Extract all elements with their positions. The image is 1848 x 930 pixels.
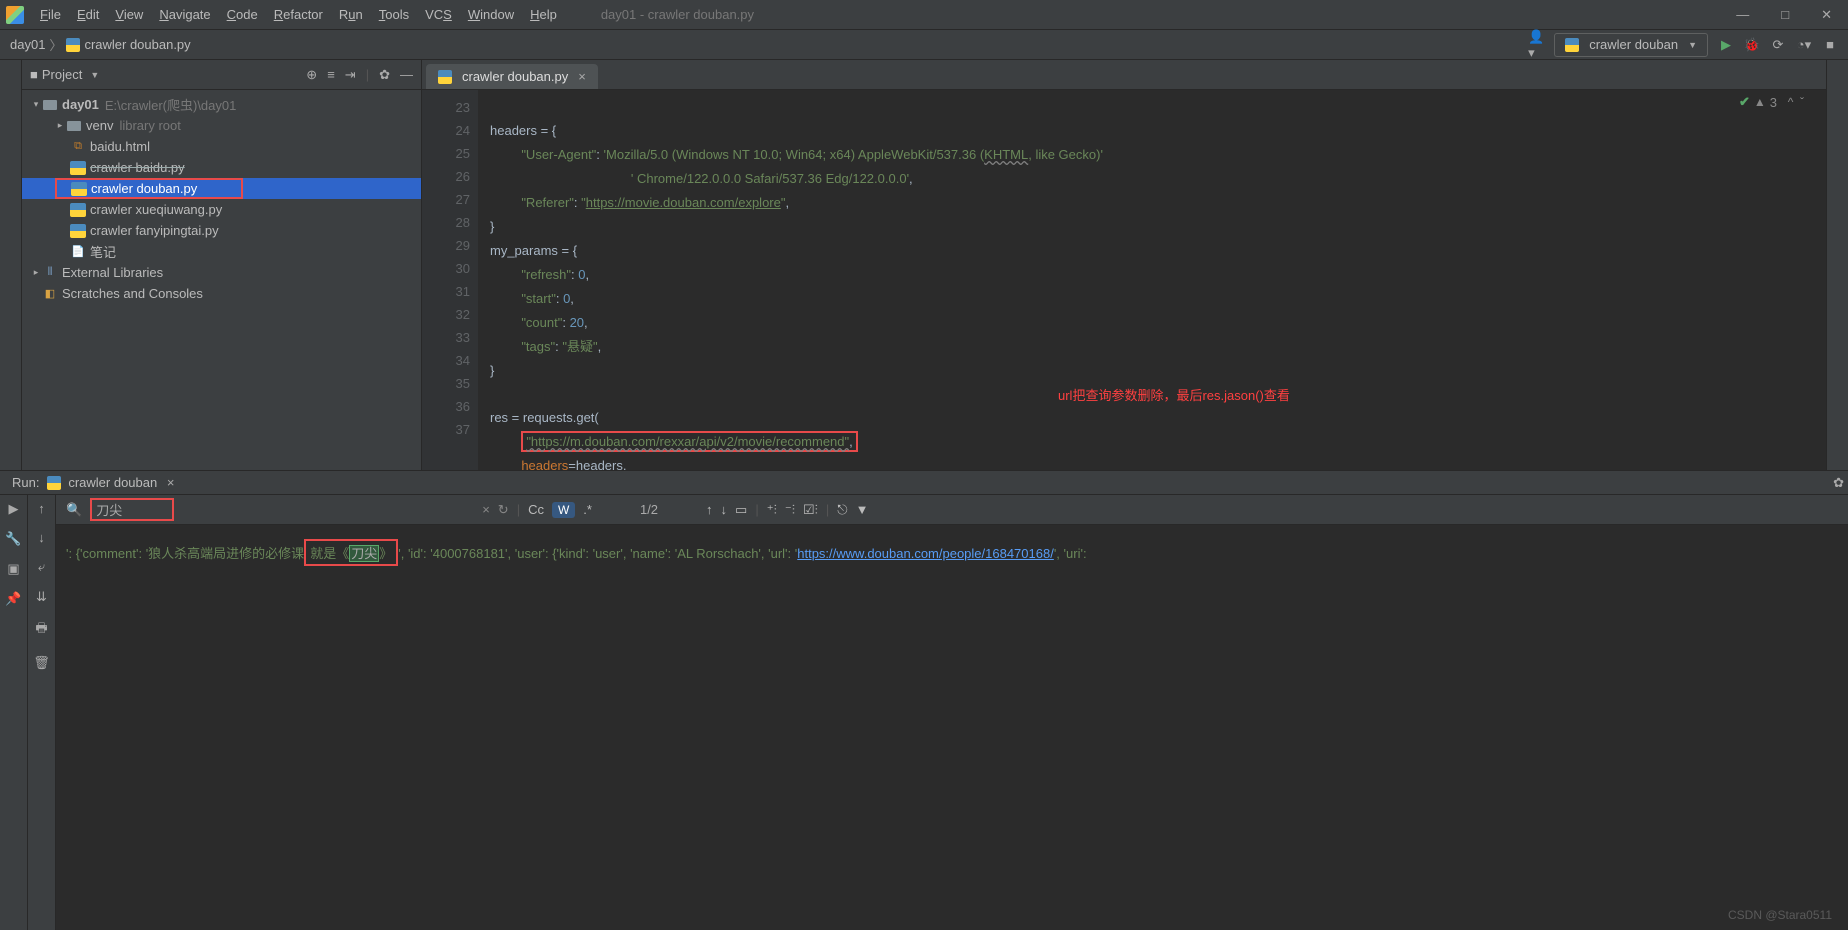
- tree-file-baidu[interactable]: ⧉baidu.html: [22, 136, 421, 157]
- collapse-icon[interactable]: ⇥: [345, 67, 356, 83]
- menubar: File Edit View Navigate Code Refactor Ru…: [0, 0, 1848, 30]
- word-icon[interactable]: W: [552, 502, 575, 518]
- breadcrumb-root[interactable]: day01: [10, 37, 45, 52]
- project-tree: ▾ day01E:\crawler(爬虫)\day01 ▸ venvlibrar…: [22, 90, 421, 308]
- python-file-icon: [66, 38, 80, 52]
- select-icon[interactable]: ▭: [735, 502, 747, 518]
- locate-icon[interactable]: ⊕: [306, 67, 317, 83]
- breadcrumb-sep: 〉: [49, 35, 62, 54]
- project-pane-title[interactable]: ■ Project ▼: [30, 67, 99, 82]
- profile-icon[interactable]: ◔▾: [1796, 37, 1812, 53]
- menu-help[interactable]: Help: [522, 3, 565, 26]
- watermark: CSDN @Stara0511: [1728, 908, 1832, 922]
- app-icon: [6, 6, 24, 24]
- up-icon[interactable]: ↑: [38, 501, 45, 516]
- scroll-icon[interactable]: ⇊: [36, 589, 47, 605]
- tree-venv[interactable]: ▸ venvlibrary root: [22, 115, 421, 136]
- case-icon[interactable]: Cc: [528, 502, 544, 517]
- annotation: url把查询参数删除，最后res.jason()查看: [1058, 384, 1290, 407]
- menu-navigate[interactable]: Navigate: [151, 3, 218, 26]
- tree-scratches[interactable]: ◧Scratches and Consoles: [22, 283, 421, 304]
- maximize-icon[interactable]: □: [1781, 7, 1789, 23]
- tree-file-crawler-douban[interactable]: crawler douban.py: [22, 178, 421, 199]
- tree-file-biji[interactable]: 📄笔记: [22, 241, 421, 262]
- add-sel-icon[interactable]: ⁺⫶: [767, 502, 777, 518]
- run-tab-label[interactable]: crawler douban: [68, 475, 157, 490]
- tree-file-crawler-fanyi[interactable]: crawler fanyipingtai.py: [22, 220, 421, 241]
- run-config-selector[interactable]: crawler douban ▼: [1554, 33, 1708, 57]
- window-controls: — □ ✕: [1736, 7, 1842, 23]
- navbar: day01 〉 crawler douban.py 👤▾ crawler dou…: [0, 30, 1848, 60]
- regex-icon[interactable]: .*: [583, 502, 592, 517]
- run-toolbar-2: ↑ ↓ ⤶ ⇊ 🖶 🗑: [28, 495, 56, 930]
- print-icon[interactable]: 🖶: [35, 619, 47, 641]
- rerun-icon[interactable]: ▶: [9, 501, 19, 517]
- coverage-icon[interactable]: ⟳: [1770, 37, 1786, 53]
- tree-file-crawler-baidu[interactable]: crawler baidu.py: [22, 157, 421, 178]
- run-toolbar-1: ▶ 🔧 ▣ 📌: [0, 495, 28, 930]
- menu-window[interactable]: Window: [460, 3, 522, 26]
- python-file-icon: [1565, 38, 1579, 52]
- tree-root[interactable]: ▾ day01E:\crawler(爬虫)\day01: [22, 94, 421, 115]
- export-icon[interactable]: ⎋: [837, 502, 847, 518]
- search-bar: 🔍 × ↻ | Cc W .* 1/2 ↑ ↓ ▭ | ⁺⫶ ⁻⫶ ☑⫶ | ⎋: [56, 495, 1848, 525]
- python-file-icon: [438, 70, 452, 84]
- clear-icon[interactable]: ×: [482, 502, 490, 517]
- prev-icon[interactable]: ↑: [706, 502, 713, 517]
- tab-label: crawler douban.py: [462, 69, 568, 84]
- hide-icon[interactable]: —: [400, 67, 413, 83]
- menu-file[interactable]: File: [32, 3, 69, 26]
- down-icon[interactable]: ↓: [38, 530, 45, 545]
- layout-icon[interactable]: ▣: [7, 561, 19, 577]
- settings-icon[interactable]: ✿: [379, 67, 390, 83]
- chevron-down-icon: ▼: [1688, 40, 1697, 50]
- pin-icon[interactable]: 📌: [5, 591, 21, 607]
- tab-close-icon[interactable]: ×: [578, 69, 586, 84]
- sel-all-icon[interactable]: ☑⫶: [803, 502, 818, 518]
- search-input[interactable]: [92, 500, 172, 519]
- history-icon[interactable]: ↻: [498, 502, 509, 518]
- menu-run[interactable]: Run: [331, 3, 371, 26]
- menu-code[interactable]: Code: [219, 3, 266, 26]
- breadcrumb-file[interactable]: crawler douban.py: [84, 37, 190, 52]
- tree-file-crawler-xueqiu[interactable]: crawler xueqiuwang.py: [22, 199, 421, 220]
- search-count: 1/2: [640, 502, 658, 517]
- menu-tools[interactable]: Tools: [371, 3, 417, 26]
- rm-sel-icon[interactable]: ⁻⫶: [785, 502, 795, 518]
- run-tab-close-icon[interactable]: ×: [163, 475, 174, 490]
- tree-external[interactable]: ▸⫴External Libraries: [22, 262, 421, 283]
- run-panel: Run: crawler douban × ✿ ▶ 🔧 ▣ 📌 ↑ ↓ ⤶ ⇊ …: [0, 470, 1848, 930]
- expand-icon[interactable]: ≡: [327, 67, 335, 83]
- run-console: 🔍 × ↻ | Cc W .* 1/2 ↑ ↓ ▭ | ⁺⫶ ⁻⫶ ☑⫶ | ⎋: [56, 495, 1848, 930]
- python-file-icon: [47, 476, 61, 490]
- editor-tab[interactable]: crawler douban.py ×: [426, 64, 598, 89]
- debug-icon[interactable]: 🐞: [1744, 37, 1760, 53]
- close-icon[interactable]: ✕: [1821, 7, 1832, 23]
- minimize-icon[interactable]: —: [1736, 7, 1749, 23]
- gear-icon[interactable]: ✿: [1833, 475, 1844, 491]
- run-icon[interactable]: ▶: [1718, 37, 1734, 53]
- menu-refactor[interactable]: Refactor: [266, 3, 331, 26]
- menu-view[interactable]: View: [107, 3, 151, 26]
- next-icon[interactable]: ↓: [721, 502, 728, 517]
- run-config-label: crawler douban: [1589, 37, 1678, 52]
- menu-vcs[interactable]: VCS: [417, 3, 460, 26]
- user-add-icon[interactable]: 👤▾: [1528, 37, 1544, 53]
- wrap-icon[interactable]: ⤶: [38, 559, 45, 575]
- trash-icon[interactable]: 🗑: [33, 655, 50, 671]
- search-icon: 🔍: [66, 502, 82, 518]
- console-output[interactable]: ': {'comment': '狼人杀高端局进修的必修课就是《刀尖》', 'id…: [56, 525, 1848, 930]
- run-label: Run:: [12, 475, 39, 490]
- stop-icon[interactable]: ■: [1822, 37, 1838, 53]
- filter-icon[interactable]: ▼: [856, 502, 869, 517]
- menu-edit[interactable]: Edit: [69, 3, 107, 26]
- wrench-icon[interactable]: 🔧: [5, 531, 21, 547]
- window-title: day01 - crawler douban.py: [601, 7, 754, 22]
